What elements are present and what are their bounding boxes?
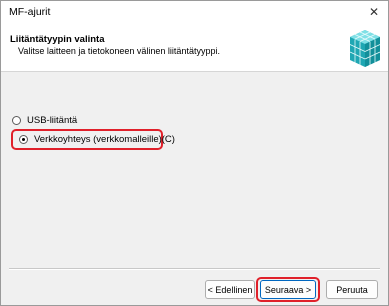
options-panel: USB-liitäntä Verkkoyhteys (verkkomalleil… <box>1 72 388 272</box>
installer-dialog: MF-ajurit ✕ Liitäntätyypin valinta Valit… <box>0 0 389 306</box>
close-icon[interactable]: ✕ <box>360 1 388 23</box>
footer-divider <box>9 268 380 270</box>
usb-option[interactable]: USB-liitäntä <box>12 115 77 126</box>
usb-radio[interactable] <box>12 116 21 125</box>
network-option-label: Verkkoyhteys (verkkomalleille)(C) <box>34 134 175 145</box>
network-option[interactable]: Verkkoyhteys (verkkomalleille)(C) <box>19 134 175 145</box>
header-title: Liitäntätyypin valinta <box>10 34 105 45</box>
dialog-header: Liitäntätyypin valinta Valitse laitteen … <box>1 23 388 72</box>
title-bar: MF-ajurit ✕ <box>1 1 388 23</box>
network-cubes-icon <box>349 30 381 67</box>
usb-option-label: USB-liitäntä <box>27 115 78 126</box>
window-title: MF-ajurit <box>9 6 51 18</box>
network-radio[interactable] <box>19 135 28 144</box>
cancel-button[interactable]: Peruuta <box>326 280 378 299</box>
header-subtitle: Valitse laitteen ja tietokoneen välinen … <box>18 46 220 56</box>
back-button[interactable]: < Edellinen <box>205 280 255 299</box>
next-button[interactable]: Seuraava > <box>260 280 316 299</box>
